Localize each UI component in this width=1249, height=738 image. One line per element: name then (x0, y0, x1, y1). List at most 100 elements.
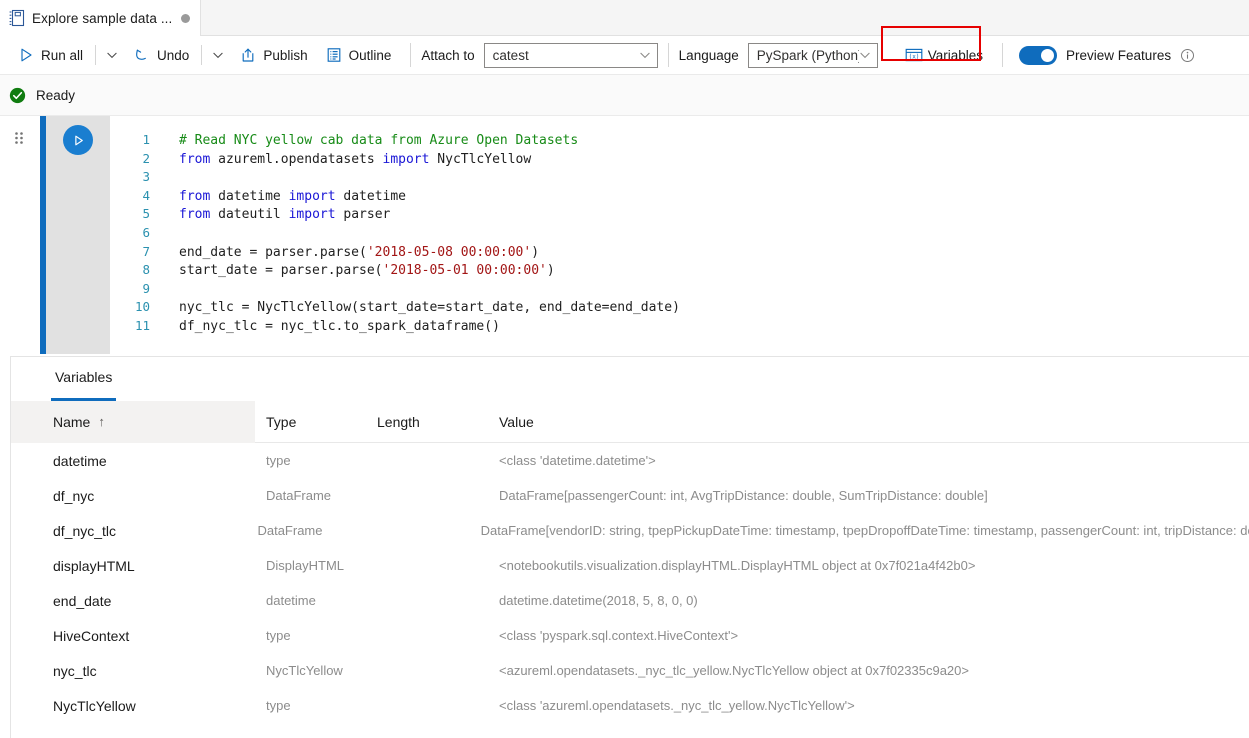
cell-variable-value: <class 'azureml.opendatasets._nyc_tlc_ye… (499, 698, 1249, 713)
table-row[interactable]: df_nyc_tlcDataFrameDataFrame[vendorID: s… (11, 513, 1249, 548)
table-row[interactable]: HiveContexttype <class 'pyspark.sql.conte… (11, 618, 1249, 653)
cell-variable-name: end_date (11, 593, 255, 609)
code-line-text: from azureml.opendatasets import NycTlcY… (150, 152, 531, 167)
table-row[interactable]: end_datedatetimedatetime.datetime(2018, … (11, 583, 1249, 618)
variables-label: Variables (928, 48, 983, 63)
publish-label: Publish (263, 48, 307, 63)
svg-text:(x): (x) (908, 54, 919, 61)
line-number: 11 (110, 318, 150, 333)
code-line: 1 # Read NYC yellow cab data from Azure O… (110, 132, 1249, 151)
code-token: from (179, 152, 210, 167)
cell-variable-type: NycTlcYellow (255, 663, 377, 678)
column-header-length[interactable]: Length (377, 401, 499, 443)
cell-variable-type: DataFrame (255, 488, 377, 503)
notebook-icon (8, 9, 25, 27)
code-token: # Read NYC yellow cab data from Azure Op… (179, 133, 578, 148)
language-dropdown[interactable]: PySpark (Python) (748, 43, 878, 68)
divider (668, 43, 669, 67)
undo-label: Undo (157, 48, 189, 63)
publish-button[interactable]: Publish (231, 41, 316, 69)
check-circle-icon (9, 87, 26, 104)
notebook-status-bar: Ready (0, 75, 1249, 116)
code-line-text: df_nyc_tlc = nyc_tlc.to_spark_dataframe(… (150, 319, 500, 334)
table-row[interactable]: df_nycDataFrameDataFrame[passengerCount:… (11, 478, 1249, 513)
preview-features-toggle[interactable] (1019, 46, 1057, 65)
variables-button[interactable]: (x) Variables (896, 41, 992, 69)
code-token: end_date = parser.parse( (179, 245, 367, 260)
code-line: 11 df_nyc_tlc = nyc_tlc.to_spark_datafram… (110, 318, 1249, 337)
cell-variable-type: type (255, 628, 377, 643)
variables-button-wrapper: (x) Variables (896, 41, 992, 69)
column-header-type[interactable]: Type (255, 401, 377, 443)
run-all-button[interactable]: Run all (9, 41, 92, 69)
code-line: 8start_date = parser.parse('2018-05-01 0… (110, 262, 1249, 281)
toggle-knob (1041, 49, 1054, 62)
code-token: azureml.opendatasets (210, 152, 382, 167)
tab-explore-sample-data[interactable]: Explore sample data ... (0, 0, 201, 36)
outline-button[interactable]: Outline (317, 41, 401, 69)
cell-variable-type: type (255, 698, 377, 713)
chevron-down-icon (859, 49, 871, 61)
code-token: datetime (210, 189, 288, 204)
code-line-text: nyc_tlc = NycTlcYellow(start_date=start_… (150, 300, 680, 315)
column-header-name-label: Name (53, 414, 90, 430)
code-line-list: 1 # Read NYC yellow cab data from Azure O… (110, 132, 1249, 337)
code-token: start_date = parser.parse( (179, 263, 383, 278)
outline-label: Outline (349, 48, 392, 63)
cell-variable-name: nyc_tlc (11, 663, 255, 679)
variables-icon: (x) (905, 47, 921, 63)
cell-variable-type: datetime (255, 593, 377, 608)
cell-run-gutter (46, 116, 110, 354)
run-all-menu-button[interactable] (99, 41, 125, 69)
cell-variable-name: HiveContext (11, 628, 255, 644)
undo-menu-button[interactable] (205, 41, 231, 69)
code-token: import (289, 189, 336, 204)
tab-label: Explore sample data ... (32, 11, 172, 26)
undo-icon (134, 47, 150, 63)
column-header-name[interactable]: Name ↑ (11, 401, 255, 443)
tab-strip: Explore sample data ... (0, 0, 1249, 36)
table-row[interactable]: nyc_tlcNycTlcYellow<azureml.opendatasets… (11, 653, 1249, 688)
chevron-down-icon (106, 49, 118, 61)
notebook-app: Explore sample data ... Run all (0, 0, 1249, 738)
cell-variable-type: DisplayHTML (255, 558, 377, 573)
column-header-value[interactable]: Value (499, 401, 1249, 443)
tab-strip-filler (201, 0, 1249, 35)
cell-variable-value: <class 'pyspark.sql.context.HiveContext'… (499, 628, 1249, 643)
undo-button[interactable]: Undo (125, 41, 198, 69)
code-line: 9 (110, 281, 1249, 300)
code-line-text: start_date = parser.parse('2018-05-01 00… (150, 263, 555, 278)
cell-variable-name: df_nyc_tlc (11, 523, 246, 539)
attach-to-dropdown[interactable]: catest (484, 43, 658, 68)
sort-ascending-icon: ↑ (98, 414, 105, 429)
code-token: df_nyc_tlc = nyc_tlc.to_spark_dataframe(… (179, 319, 500, 334)
code-token: ) (547, 263, 555, 278)
code-token: nyc_tlc = NycTlcYellow(start_date=start_… (179, 300, 680, 315)
line-number: 2 (110, 151, 150, 166)
info-icon[interactable] (1180, 48, 1195, 63)
cell-drag-handle[interactable] (0, 116, 40, 354)
table-row[interactable]: displayHTMLDisplayHTML<notebookutils.vis… (11, 548, 1249, 583)
code-editor[interactable]: 1 # Read NYC yellow cab data from Azure O… (110, 116, 1249, 354)
line-number: 1 (110, 132, 150, 147)
code-line: 7end_date = parser.parse('2018-05-08 00:… (110, 244, 1249, 263)
chevron-down-icon (639, 49, 651, 61)
tab-variables-label: Variables (55, 369, 112, 392)
code-line-text: end_date = parser.parse('2018-05-08 00:0… (150, 245, 539, 260)
line-number: 4 (110, 188, 150, 203)
tab-variables[interactable]: Variables (51, 359, 116, 401)
table-row[interactable]: datetimetype<class 'datetime.datetime'> (11, 443, 1249, 478)
cell-variable-value: <class 'datetime.datetime'> (499, 453, 1249, 468)
language-value: PySpark (Python) (757, 48, 859, 63)
table-header-row: Name ↑ Type Length Value (11, 401, 1249, 443)
play-icon (18, 47, 34, 63)
table-row[interactable]: NycTlcYellowtype<class 'azureml.opendata… (11, 688, 1249, 723)
code-line: 10nyc_tlc = NycTlcYellow(start_date=star… (110, 299, 1249, 318)
cell-variable-name: displayHTML (11, 558, 255, 574)
divider (201, 45, 202, 65)
code-token: parser (336, 207, 391, 222)
code-token: ) (531, 245, 539, 260)
command-bar: Run all Undo (0, 36, 1249, 75)
cell-run-button[interactable] (63, 125, 93, 155)
code-token: import (289, 207, 336, 222)
